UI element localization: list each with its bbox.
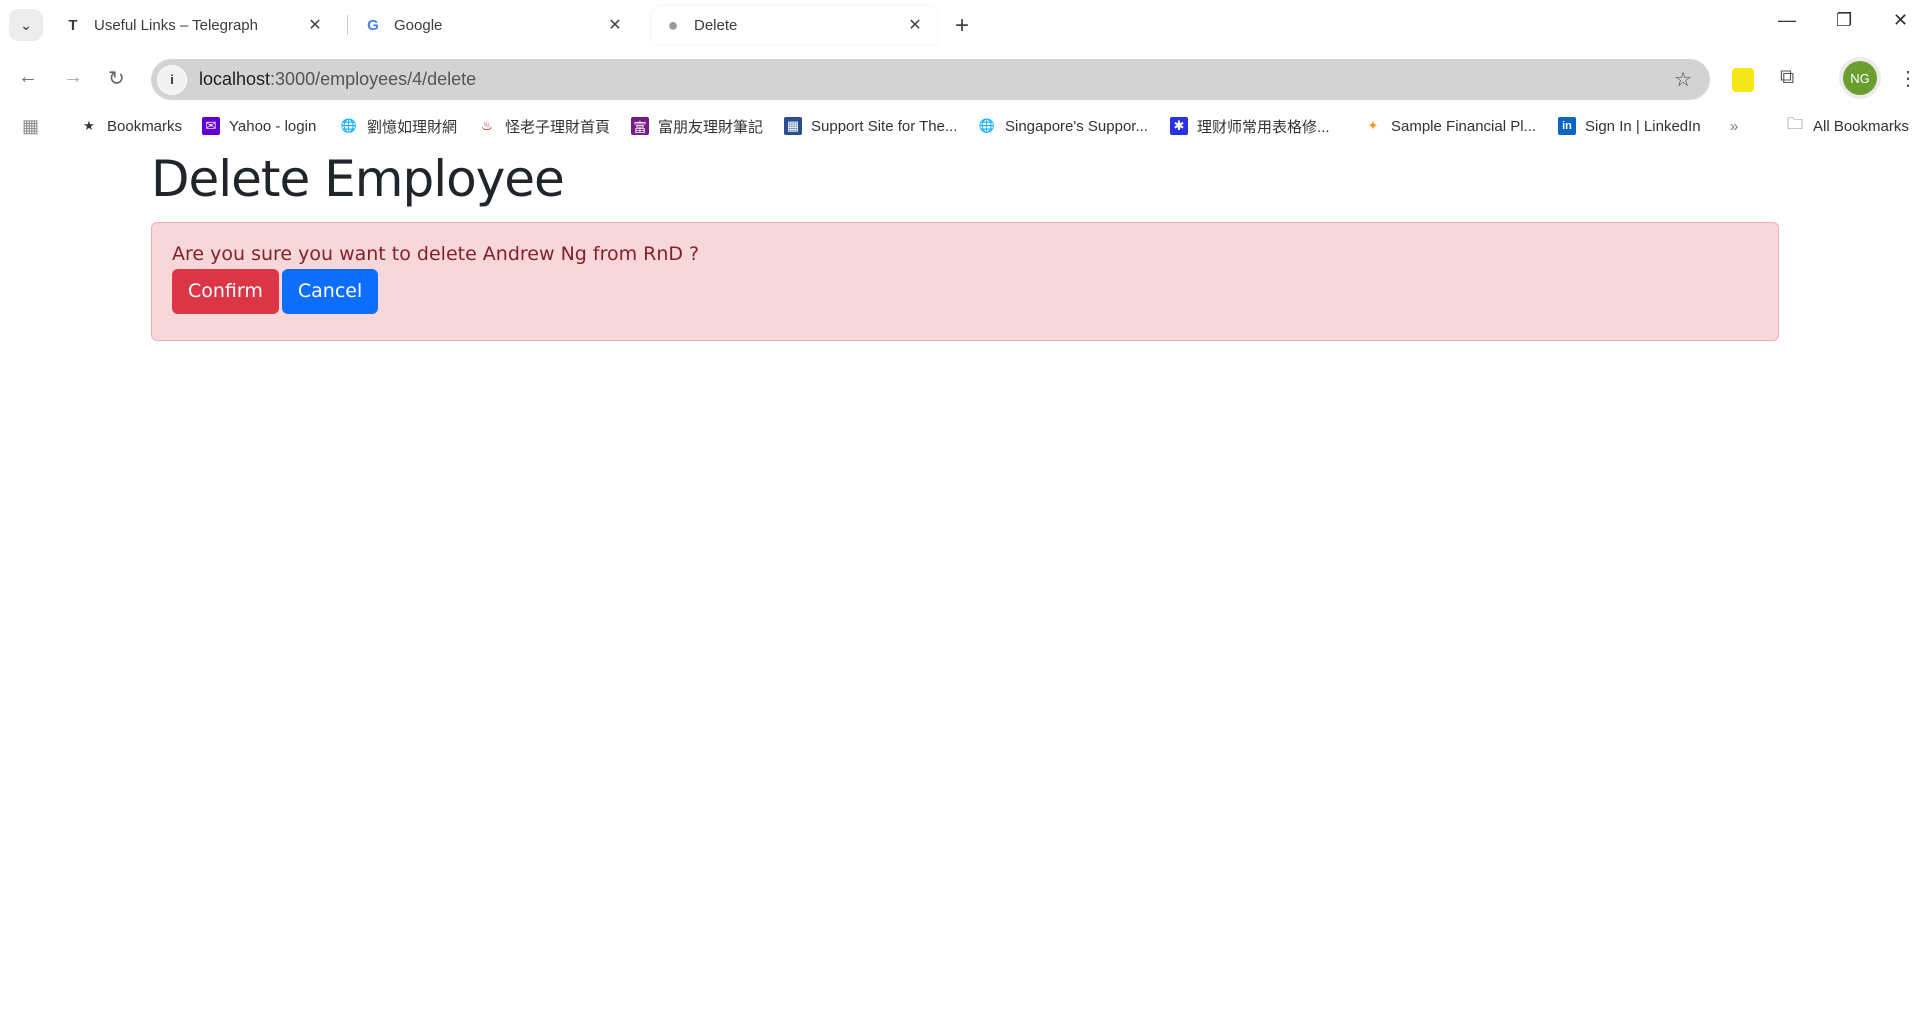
folder-icon: 🗀 bbox=[1786, 115, 1803, 133]
site-icon: 富 bbox=[631, 117, 649, 135]
tab-telegraph[interactable]: T Useful Links – Telegraph ✕ bbox=[52, 6, 337, 44]
bookmark-label: Support Site for The... bbox=[811, 117, 958, 135]
extension-icon[interactable] bbox=[1732, 68, 1754, 92]
bookmark-item[interactable]: ▦ Support Site for The... bbox=[784, 117, 957, 135]
confirmation-message: Are you sure you want to delete Andrew N… bbox=[172, 243, 700, 265]
bookmark-item[interactable]: 🌐 劉憶如理財網 bbox=[340, 116, 457, 137]
bookmark-item[interactable]: 🌐 Singapore's Suppor... bbox=[978, 117, 1148, 135]
tab-label: Useful Links – Telegraph bbox=[94, 16, 258, 34]
bookmark-item[interactable]: in Sign In | LinkedIn bbox=[1558, 117, 1701, 135]
google-icon: G bbox=[367, 16, 379, 34]
all-bookmarks-button[interactable]: 🗀 All Bookmarks bbox=[1786, 115, 1909, 135]
profile-initials: NG bbox=[1850, 70, 1870, 86]
toolbar: ← → ↻ i localhost:3000/employees/4/delet… bbox=[0, 52, 1920, 106]
site-icon: ✦ bbox=[1367, 118, 1379, 133]
yahoo-mail-icon: ✉ bbox=[202, 117, 220, 135]
bookmarks-bar: ▦ ★ Bookmarks ✉ Yahoo - login 🌐 劉憶如理財網 ♨ 怪老子… bbox=[0, 108, 1920, 144]
confirm-button[interactable]: Confirm bbox=[172, 268, 279, 314]
star-icon: ★ bbox=[83, 118, 95, 133]
bookmark-label: Sample Financial Pl... bbox=[1391, 117, 1537, 135]
apps-grid-icon[interactable]: ▦ bbox=[22, 116, 39, 137]
tab-label: Delete bbox=[694, 16, 738, 34]
url-path: :3000/employees/4/delete bbox=[270, 69, 477, 89]
bookmark-item[interactable]: 富富朋友理財筆記 bbox=[631, 116, 763, 137]
telegraph-icon: T bbox=[68, 16, 78, 34]
tab-delete[interactable]: ● Delete ✕ bbox=[652, 6, 937, 44]
bookmark-label: Sign In | LinkedIn bbox=[1585, 117, 1701, 135]
tab-google[interactable]: G Google ✕ bbox=[352, 6, 637, 44]
globe-icon: 🌐 bbox=[340, 118, 358, 133]
baidu-paw-icon: ✱ bbox=[1170, 117, 1188, 135]
site-icon: ♨ bbox=[481, 118, 493, 133]
bookmark-label: 理财师常用表格修... bbox=[1197, 118, 1330, 136]
bookmark-label: Singapore's Suppor... bbox=[1005, 117, 1148, 135]
forward-button[interactable]: → bbox=[63, 66, 83, 89]
grid-site-icon: ▦ bbox=[784, 117, 802, 135]
globe-icon: ● bbox=[667, 14, 679, 35]
more-bookmarks-chevron-icon[interactable]: » bbox=[1730, 118, 1738, 135]
tab-separator bbox=[347, 15, 348, 35]
close-window-button[interactable]: ✕ bbox=[1893, 10, 1908, 31]
restore-button[interactable]: ❐ bbox=[1836, 10, 1852, 31]
profile-avatar[interactable]: NG bbox=[1843, 61, 1877, 95]
back-button[interactable]: ← bbox=[18, 66, 38, 89]
close-tab-icon[interactable]: ✕ bbox=[305, 15, 325, 35]
reload-button[interactable]: ↻ bbox=[108, 66, 125, 91]
site-info-icon[interactable]: i bbox=[157, 64, 187, 95]
close-tab-icon[interactable]: ✕ bbox=[605, 15, 625, 35]
bookmark-star-icon[interactable]: ☆ bbox=[1674, 67, 1692, 92]
tab-strip: ⌄ T Useful Links – Telegraph ✕ G Google … bbox=[0, 0, 1920, 50]
menu-kebab-icon[interactable]: ⋮ bbox=[1898, 66, 1918, 91]
bookmark-label: 劉憶如理財網 bbox=[367, 118, 458, 136]
tab-label: Google bbox=[394, 16, 443, 34]
bookmark-label: 富朋友理財筆記 bbox=[658, 118, 764, 136]
extensions-puzzle-icon[interactable]: ⧉ bbox=[1780, 66, 1794, 89]
delete-confirmation-alert: Are you sure you want to delete Andrew N… bbox=[151, 222, 1779, 341]
bookmark-label: Bookmarks bbox=[107, 117, 183, 135]
bookmark-label: All Bookmarks bbox=[1813, 117, 1909, 135]
minimize-button[interactable]: — bbox=[1778, 10, 1796, 31]
bookmark-item[interactable]: ✦ Sample Financial Pl... bbox=[1364, 117, 1537, 135]
linkedin-icon: in bbox=[1558, 117, 1576, 135]
tab-search-button[interactable]: ⌄ bbox=[9, 9, 43, 41]
globe-icon: 🌐 bbox=[978, 118, 996, 133]
bookmark-item[interactable]: ★ Bookmarks bbox=[80, 117, 182, 135]
page-title: Delete Employee bbox=[151, 150, 565, 208]
chevron-down-icon: ⌄ bbox=[20, 16, 32, 33]
close-tab-icon[interactable]: ✕ bbox=[905, 15, 925, 35]
url-text[interactable]: localhost:3000/employees/4/delete bbox=[199, 69, 476, 90]
bookmark-item[interactable]: ♨ 怪老子理財首頁 bbox=[478, 116, 610, 137]
bookmark-label: 怪老子理財首頁 bbox=[505, 118, 611, 136]
bookmark-item[interactable]: ✉ Yahoo - login bbox=[202, 117, 316, 135]
new-tab-button[interactable]: + bbox=[955, 12, 969, 40]
url-host: localhost bbox=[199, 69, 271, 89]
bookmark-label: Yahoo - login bbox=[229, 117, 317, 135]
bookmark-item[interactable]: ✱ 理财师常用表格修... bbox=[1170, 116, 1330, 137]
cancel-button[interactable]: Cancel bbox=[281, 268, 379, 314]
address-bar[interactable]: i localhost:3000/employees/4/delete ☆ bbox=[151, 59, 1710, 100]
